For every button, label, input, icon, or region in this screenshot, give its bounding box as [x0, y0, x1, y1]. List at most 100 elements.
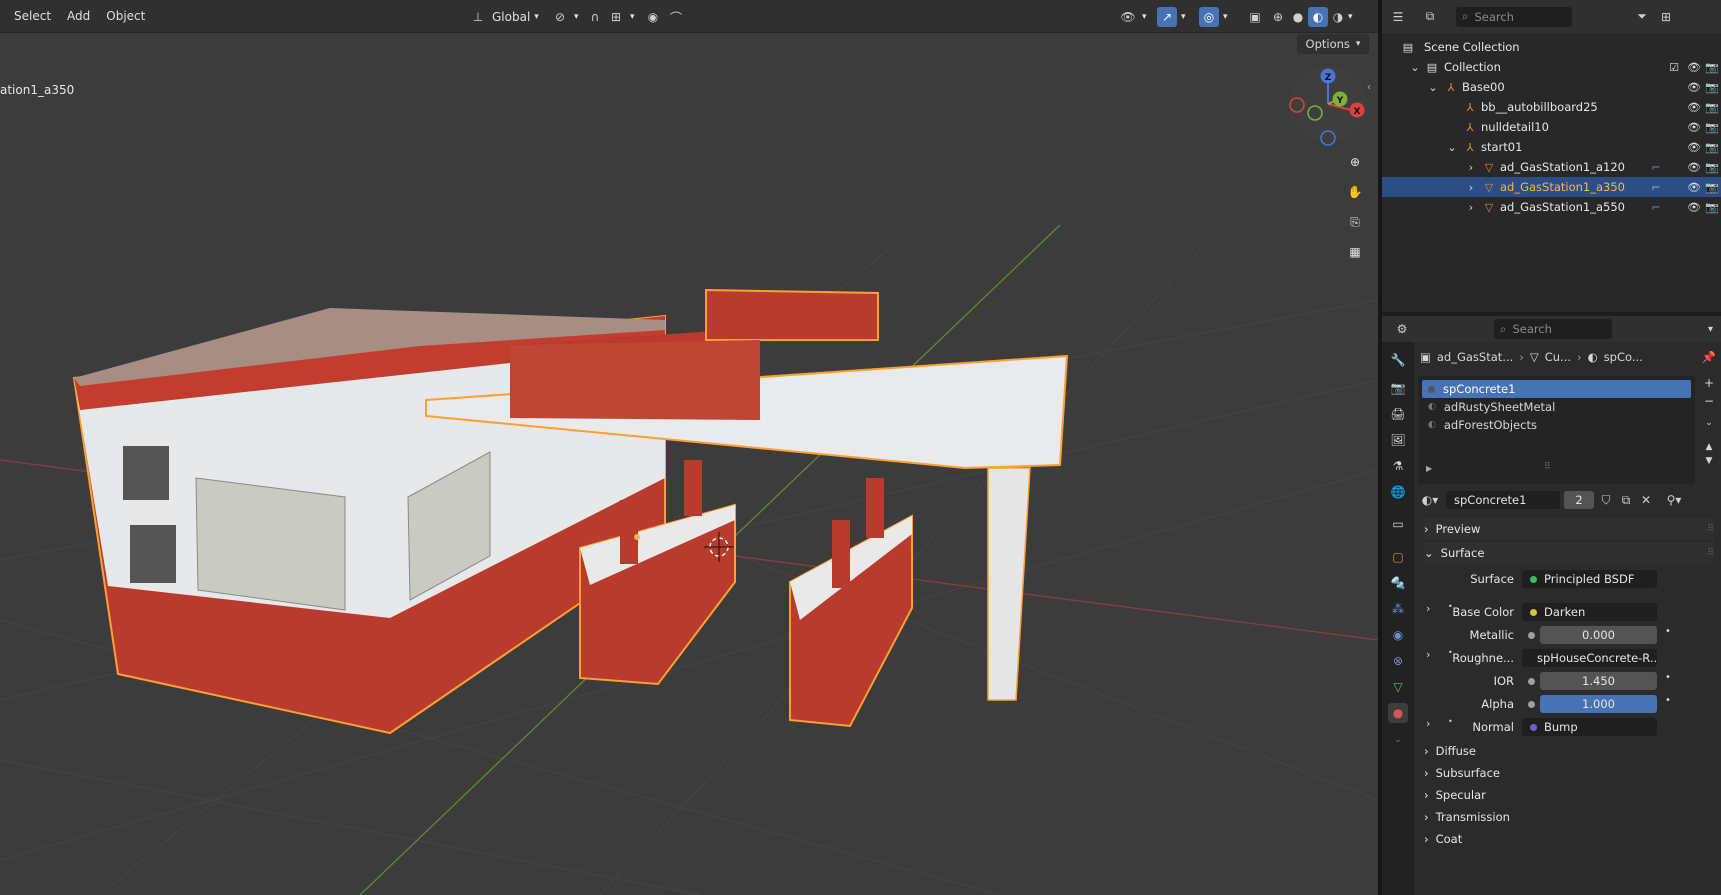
outliner-search-input[interactable]: ⌕ Search — [1456, 6, 1572, 27]
tree-row-ad-gasstation1-a120[interactable]: › ▽ ad_GasStation1_a120 ⌐ 👁 📷 — [1382, 157, 1721, 177]
render-tab-icon[interactable]: 📷 — [1388, 378, 1408, 398]
menu-select[interactable]: Select — [6, 9, 59, 23]
physics-tab-icon[interactable]: ◉ — [1388, 625, 1408, 645]
move-down-icon[interactable]: ▼ — [1706, 456, 1713, 466]
resize-handle-icon[interactable]: ⠿ — [1544, 462, 1551, 472]
coat-subpanel[interactable]: › Coat — [1424, 828, 1714, 850]
data-tab-icon[interactable]: ▽ — [1388, 677, 1408, 697]
drag-handle-icon[interactable]: ⠿ — [1707, 524, 1714, 534]
camera-icon[interactable]: 📷 — [1704, 139, 1720, 155]
snap-dropdown[interactable]: ⊞ ▾ — [606, 6, 635, 28]
tree-row-scene-collection[interactable]: ▤ Scene Collection — [1382, 37, 1721, 57]
alpha-slider[interactable]: 1.000 — [1540, 695, 1657, 713]
particles-tab-icon[interactable]: ⁂ — [1388, 599, 1408, 619]
eye-icon[interactable]: 👁 — [1686, 139, 1702, 155]
browse-material-icon[interactable]: ◐▾ — [1418, 490, 1442, 510]
subsurface-subpanel[interactable]: › Subsurface — [1424, 762, 1714, 784]
diffuse-subpanel[interactable]: › Diffuse — [1424, 740, 1714, 762]
tree-row-bb-autobillboard25[interactable]: ⅄ bb__autobillboard25 👁 📷 — [1382, 97, 1721, 117]
camera-icon[interactable]: 📷 — [1704, 179, 1720, 195]
material-slot-item[interactable]: ◐ adRustySheetMetal — [1422, 398, 1691, 416]
pin-icon[interactable]: 📌 — [1702, 350, 1716, 364]
object-tab-icon[interactable]: ▢ — [1388, 547, 1408, 567]
drag-handle-icon[interactable]: ⠿ — [1707, 548, 1714, 558]
properties-search-input[interactable]: ⌕ Search — [1494, 319, 1612, 339]
modifier-tab-icon[interactable]: 🔩 — [1388, 573, 1408, 593]
remove-slot-icon[interactable]: − — [1704, 394, 1714, 408]
node-link-icon[interactable]: ⚲▾ — [1662, 490, 1686, 510]
proportional-edit-toggle[interactable]: ◉ — [643, 6, 663, 28]
collection-tab-icon[interactable]: ▭ — [1388, 514, 1408, 534]
constraints-tab-icon[interactable]: ⊗ — [1388, 651, 1408, 671]
overlays-toggle[interactable]: ◎ ▾ — [1199, 6, 1228, 28]
tree-row-ad-gasstation1-a550[interactable]: › ▽ ad_GasStation1_a550 ⌐ 👁 📷 — [1382, 197, 1721, 217]
chevron-down-icon[interactable]: ⌄ — [1705, 418, 1713, 428]
3d-viewport[interactable]: Z X Y Select Add Object ⊥ Global ▾ ⊘ ▾ ∩ … — [0, 0, 1378, 895]
output-tab-icon[interactable]: 🖨 — [1388, 404, 1408, 424]
new-collection-icon[interactable]: ⊞ — [1656, 7, 1676, 27]
surface-panel-header[interactable]: ⌄ Surface ⠿ — [1424, 542, 1714, 564]
metallic-field[interactable]: 0.000 — [1540, 626, 1657, 644]
camera-icon[interactable]: 📷 — [1704, 159, 1720, 175]
gizmo-toggle[interactable]: ↗ ▾ — [1157, 6, 1186, 28]
chevron-down-icon[interactable]: ▾ — [1708, 324, 1713, 335]
menu-add[interactable]: Add — [59, 9, 98, 23]
eye-icon[interactable]: 👁 — [1686, 119, 1702, 135]
surface-shader-field[interactable]: Principled BSDF — [1522, 570, 1657, 588]
wireframe-shading-icon[interactable]: ⊕ — [1268, 7, 1288, 27]
camera-icon[interactable]: 📷 — [1704, 79, 1720, 95]
move-up-icon[interactable]: ▲ — [1706, 442, 1713, 452]
eye-icon[interactable]: 👁 — [1686, 79, 1702, 95]
menu-object[interactable]: Object — [98, 9, 153, 23]
duplicate-icon[interactable]: ⧉ — [1618, 490, 1634, 510]
normal-field[interactable]: Bump — [1522, 718, 1657, 736]
viewport-scene[interactable]: Z X Y — [0, 0, 1378, 895]
display-mode-icon[interactable]: ⧉ — [1420, 7, 1440, 27]
tree-row-ad-gasstation1-a350[interactable]: › ▽ ad_GasStation1_a350 ⌐ 👁 📷 — [1382, 177, 1721, 197]
checkbox-icon[interactable]: ☑ — [1666, 59, 1682, 75]
camera-icon[interactable]: 📷 — [1704, 199, 1720, 215]
zoom-icon[interactable]: ⊕ — [1342, 149, 1368, 175]
chevron-down-icon[interactable]: ⌄ — [1425, 79, 1441, 95]
xray-toggle[interactable]: ▣ — [1245, 6, 1265, 28]
tree-row-collection[interactable]: ⌄ ▤ Collection ☑ 👁 📷 — [1382, 57, 1721, 77]
editor-type-icon[interactable]: ⚙ — [1392, 319, 1412, 339]
material-slot-item[interactable]: spConcrete1 — [1422, 380, 1691, 398]
visibility-dropdown[interactable]: 👁 ▾ — [1118, 6, 1146, 28]
expand-arrow-icon[interactable]: ▶ — [1426, 464, 1432, 473]
camera-icon[interactable]: 📷 — [1704, 119, 1720, 135]
tree-row-start01[interactable]: ⌄ ⅄ start01 👁 📷 — [1382, 137, 1721, 157]
close-icon[interactable]: ✕ — [1638, 490, 1654, 510]
chevron-right-icon[interactable]: › — [1463, 179, 1479, 195]
editor-type-icon[interactable]: ☰ — [1388, 7, 1408, 27]
pivot-dropdown[interactable]: ⊘ ▾ — [550, 6, 579, 28]
base-color-field[interactable]: Darken — [1522, 603, 1657, 621]
camera-view-icon[interactable]: ⎘ — [1342, 209, 1368, 235]
chevron-right-icon[interactable]: › — [1463, 199, 1479, 215]
user-count-field[interactable]: 2 — [1564, 491, 1594, 509]
sidebar-toggle-icon[interactable]: ‹ — [1367, 82, 1371, 93]
solid-shading-icon[interactable]: ● — [1288, 7, 1308, 27]
keyframe-dot-icon[interactable]: • — [1665, 672, 1671, 683]
eye-icon[interactable]: 👁 — [1686, 99, 1702, 115]
proportional-falloff-dropdown[interactable]: ⌒ — [666, 6, 686, 28]
material-slot-item[interactable]: ◐ adForestObjects — [1422, 416, 1691, 434]
eye-icon[interactable]: 👁 — [1686, 179, 1702, 195]
scene-tab-icon[interactable]: ⚗ — [1388, 456, 1408, 476]
rendered-shading-icon[interactable]: ◑ — [1328, 7, 1348, 27]
filter-icon[interactable]: ⏷ — [1632, 7, 1652, 27]
chevron-down-icon[interactable]: ⌄ — [1388, 730, 1408, 750]
keyframe-dot-icon[interactable]: • — [1665, 626, 1671, 637]
material-preview-shading-icon[interactable]: ◐ — [1308, 7, 1328, 27]
camera-icon[interactable]: 📷 — [1704, 99, 1720, 115]
transmission-subpanel[interactable]: › Transmission — [1424, 806, 1714, 828]
world-tab-icon[interactable]: 🌐 — [1388, 482, 1408, 502]
specular-subpanel[interactable]: › Specular — [1424, 784, 1714, 806]
snap-toggle[interactable]: ∩ — [585, 6, 605, 28]
add-slot-icon[interactable]: + — [1704, 376, 1714, 390]
view-layer-tab-icon[interactable]: 🖼 — [1388, 430, 1408, 450]
tool-tab-icon[interactable]: 🔧 — [1388, 350, 1408, 370]
material-name-field[interactable]: spConcrete1 — [1446, 491, 1560, 509]
fake-user-shield-icon[interactable]: ⛉ — [1598, 490, 1614, 510]
chevron-down-icon[interactable]: ⌄ — [1444, 139, 1460, 155]
